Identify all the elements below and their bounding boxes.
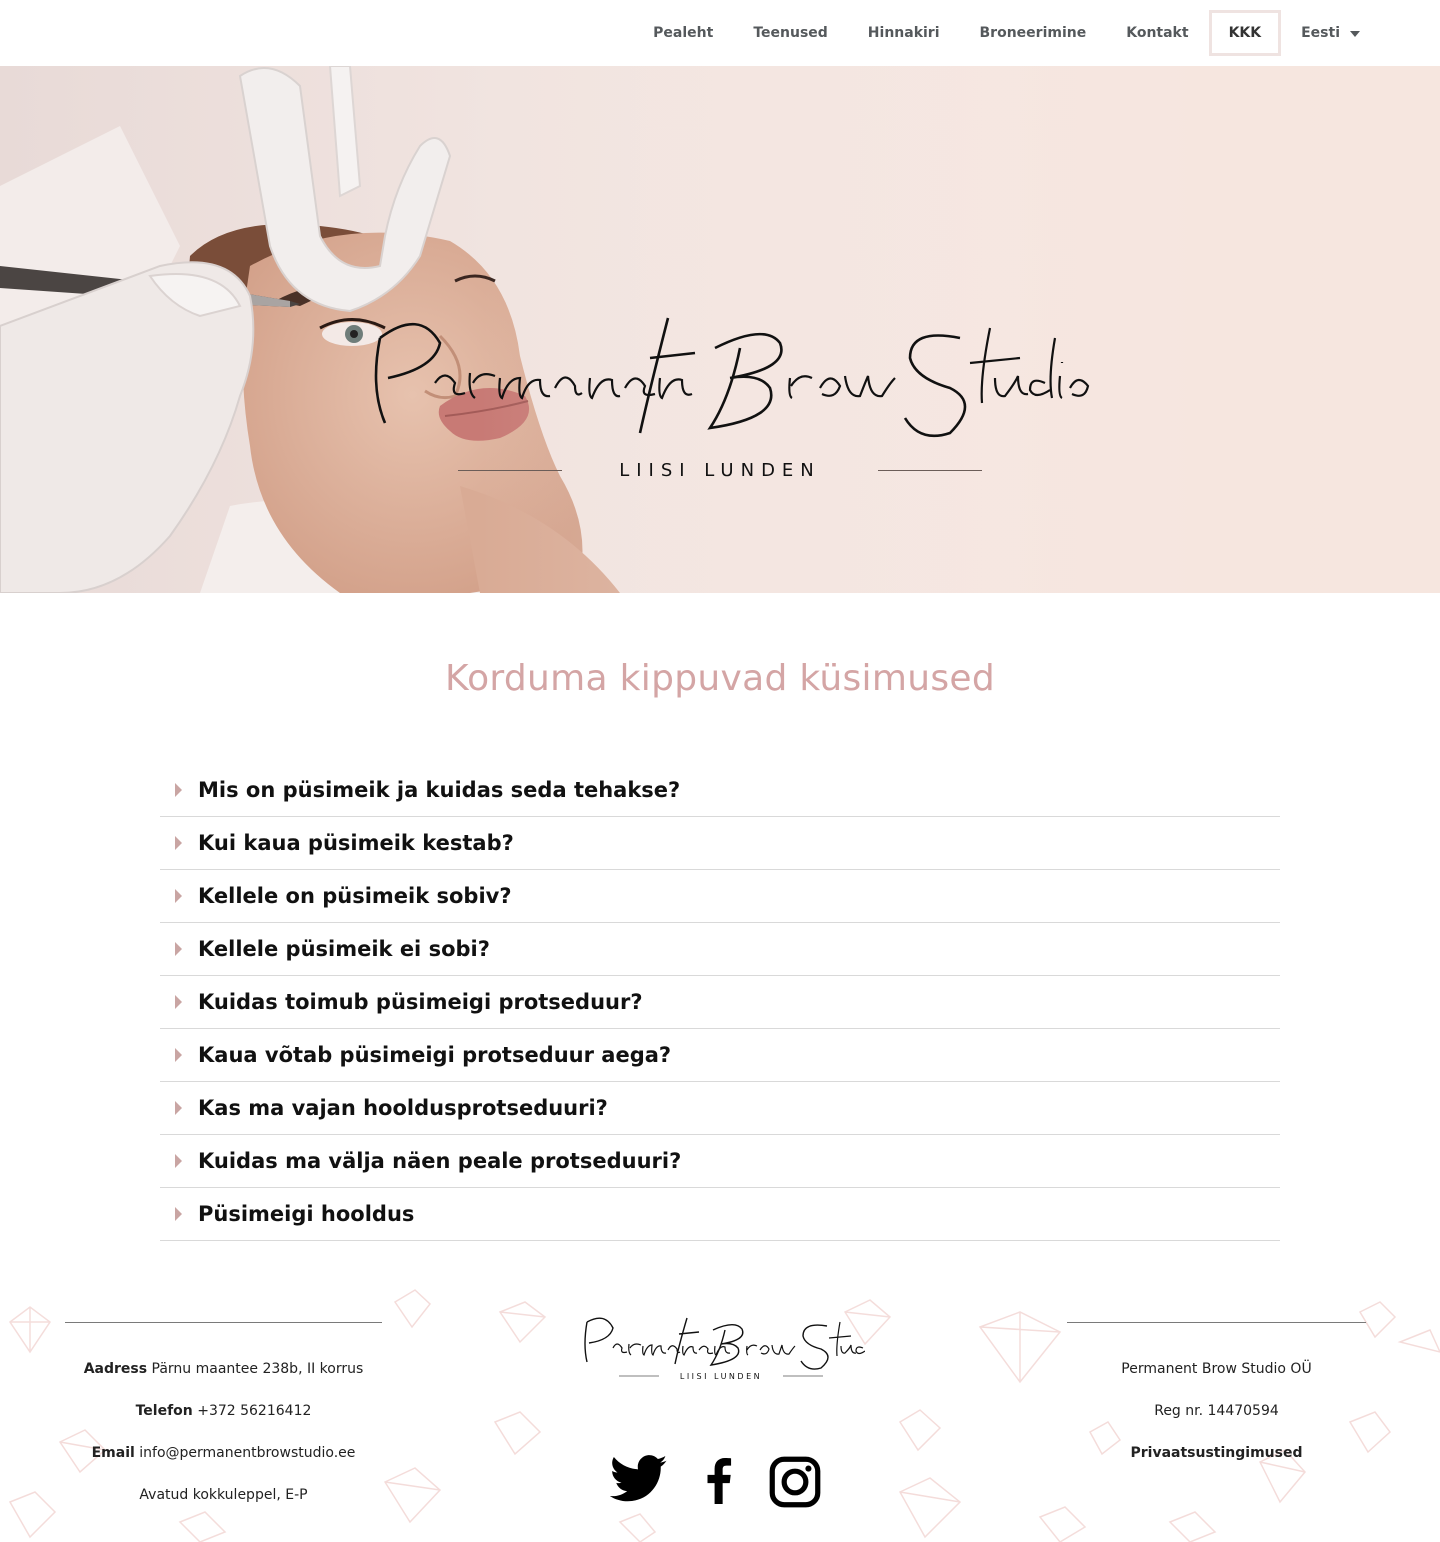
nav-item-label: Broneerimine bbox=[979, 25, 1087, 41]
caret-right-icon bbox=[175, 836, 182, 850]
faq-accordion: Mis on püsimeik ja kuidas seda tehakse? … bbox=[160, 764, 1280, 1241]
footer-logo-subtitle: LIISI LUNDEN bbox=[680, 1372, 762, 1381]
faq-question: Kaua võtab püsimeigi protseduur aega? bbox=[198, 1043, 672, 1067]
phone-value[interactable]: +372 56216412 bbox=[197, 1403, 311, 1419]
instagram-icon[interactable] bbox=[769, 1456, 821, 1508]
faq-item[interactable]: Kuidas toimub püsimeigi protseduur? bbox=[160, 976, 1280, 1029]
nav-item-label: Hinnakiri bbox=[867, 25, 940, 41]
studio-logo-script bbox=[374, 317, 1090, 438]
footer-logo: LIISI LUNDEN bbox=[584, 1317, 865, 1381]
language-label: Eesti bbox=[1301, 25, 1340, 41]
faq-question: Kui kaua püsimeik kestab? bbox=[198, 831, 514, 855]
twitter-icon[interactable] bbox=[610, 1454, 668, 1504]
caret-right-icon bbox=[175, 995, 182, 1009]
email-link[interactable]: info@permanentbrowstudio.ee bbox=[139, 1445, 355, 1461]
nav-item-kkk[interactable]: KKK bbox=[1208, 10, 1282, 56]
caret-right-icon bbox=[175, 942, 182, 956]
privacy-policy-link[interactable]: Privaatsustingimused bbox=[1067, 1445, 1366, 1461]
nav-item-hinnakiri[interactable]: Hinnakiri bbox=[848, 10, 960, 56]
faq-item[interactable]: Mis on püsimeik ja kuidas seda tehakse? bbox=[160, 764, 1280, 817]
address-value: Pärnu maantee 238b, II korrus bbox=[151, 1361, 364, 1377]
faq-question: Kas ma vajan hooldusprotseduuri? bbox=[198, 1096, 608, 1120]
divider-line bbox=[877, 469, 982, 471]
hero-banner: LIISI LUNDEN bbox=[0, 66, 1440, 593]
company-reg-number: Reg nr. 14470594 bbox=[1154, 1403, 1279, 1419]
faq-question: Kuidas toimub püsimeigi protseduur? bbox=[198, 990, 643, 1014]
caret-right-icon bbox=[175, 1101, 182, 1115]
faq-question: Kuidas ma välja näen peale protseduuri? bbox=[198, 1149, 682, 1173]
nav-item-kontakt[interactable]: Kontakt bbox=[1106, 10, 1208, 56]
site-footer: Aadress Pärnu maantee 238b, II korrus Te… bbox=[0, 1282, 1440, 1542]
nav-menu: Pealeht Teenused Hinnakiri Broneerimine … bbox=[633, 10, 1380, 56]
faq-item[interactable]: Kas ma vajan hooldusprotseduuri? bbox=[160, 1082, 1280, 1135]
faq-question: Mis on püsimeik ja kuidas seda tehakse? bbox=[198, 778, 681, 802]
nav-item-label: Teenused bbox=[753, 25, 828, 41]
top-navigation: Pealeht Teenused Hinnakiri Broneerimine … bbox=[0, 0, 1440, 66]
nav-item-label: KKK bbox=[1228, 25, 1262, 41]
caret-right-icon bbox=[175, 889, 182, 903]
nav-item-label: Kontakt bbox=[1126, 25, 1189, 41]
faq-item[interactable]: Kellele on püsimeik sobiv? bbox=[160, 870, 1280, 923]
company-name: Permanent Brow Studio OÜ bbox=[1121, 1361, 1312, 1377]
caret-right-icon bbox=[175, 1048, 182, 1062]
hero-subtitle: LIISI LUNDEN bbox=[619, 459, 821, 481]
faq-item[interactable]: Kuidas ma välja näen peale protseduuri? bbox=[160, 1135, 1280, 1188]
caret-right-icon bbox=[175, 1207, 182, 1221]
faq-question: Kellele on püsimeik sobiv? bbox=[198, 884, 512, 908]
divider-line bbox=[458, 469, 562, 471]
language-selector[interactable]: Eesti bbox=[1281, 10, 1380, 56]
address-label: Aadress bbox=[83, 1361, 148, 1377]
facebook-icon[interactable] bbox=[706, 1458, 732, 1504]
nav-item-broneerimine[interactable]: Broneerimine bbox=[960, 10, 1107, 56]
faq-item[interactable]: Püsimeigi hooldus bbox=[160, 1188, 1280, 1241]
faq-question: Kellele püsimeik ei sobi? bbox=[198, 937, 490, 961]
faq-item[interactable]: Kui kaua püsimeik kestab? bbox=[160, 817, 1280, 870]
footer-hours: Avatud kokkuleppel, E-P bbox=[139, 1487, 308, 1503]
footer-email: Email info@permanentbrowstudio.ee bbox=[65, 1445, 382, 1461]
footer-phone: Telefon +372 56216412 bbox=[65, 1403, 382, 1419]
faq-heading: Korduma kippuvad küsimused bbox=[444, 658, 996, 699]
email-label: Email bbox=[91, 1445, 135, 1461]
footer-address: Aadress Pärnu maantee 238b, II korrus bbox=[65, 1361, 382, 1377]
phone-label: Telefon bbox=[135, 1403, 193, 1419]
nav-item-teenused[interactable]: Teenused bbox=[733, 10, 847, 56]
faq-question: Püsimeigi hooldus bbox=[198, 1202, 415, 1226]
caret-right-icon bbox=[175, 783, 182, 797]
hero-subtitle-row: LIISI LUNDEN bbox=[458, 458, 982, 482]
caret-down-icon bbox=[1350, 31, 1360, 37]
footer-contact: Aadress Pärnu maantee 238b, II korrus Te… bbox=[65, 1282, 382, 1542]
caret-right-icon bbox=[175, 1154, 182, 1168]
nav-item-label: Pealeht bbox=[653, 25, 714, 41]
nav-item-pealeht[interactable]: Pealeht bbox=[633, 10, 733, 56]
footer-company: Permanent Brow Studio OÜ Reg nr. 1447059… bbox=[1067, 1282, 1366, 1542]
faq-item[interactable]: Kaua võtab püsimeigi protseduur aega? bbox=[160, 1029, 1280, 1082]
faq-item[interactable]: Kellele püsimeik ei sobi? bbox=[160, 923, 1280, 976]
